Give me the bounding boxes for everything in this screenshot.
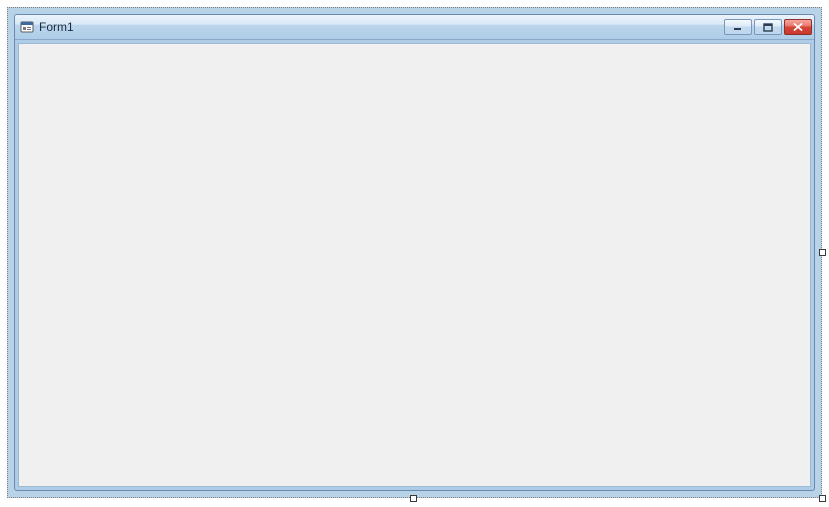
form-client-area[interactable] — [18, 43, 811, 487]
resize-grip-corner[interactable] — [819, 495, 826, 502]
maximize-button[interactable] — [754, 19, 782, 35]
resize-grip-bottom[interactable] — [410, 495, 417, 502]
close-icon — [793, 23, 803, 31]
maximize-icon — [763, 23, 773, 32]
minimize-icon — [733, 23, 743, 31]
caption-buttons — [724, 19, 812, 35]
app-icon — [20, 20, 34, 34]
form-window[interactable]: Form1 — [7, 7, 822, 498]
titlebar[interactable]: Form1 — [15, 15, 814, 40]
designer-canvas: Form1 — [0, 0, 829, 507]
resize-grip-right[interactable] — [819, 249, 826, 256]
close-button[interactable] — [784, 19, 812, 35]
window-title: Form1 — [39, 21, 724, 33]
minimize-button[interactable] — [724, 19, 752, 35]
form-chrome: Form1 — [14, 14, 815, 491]
